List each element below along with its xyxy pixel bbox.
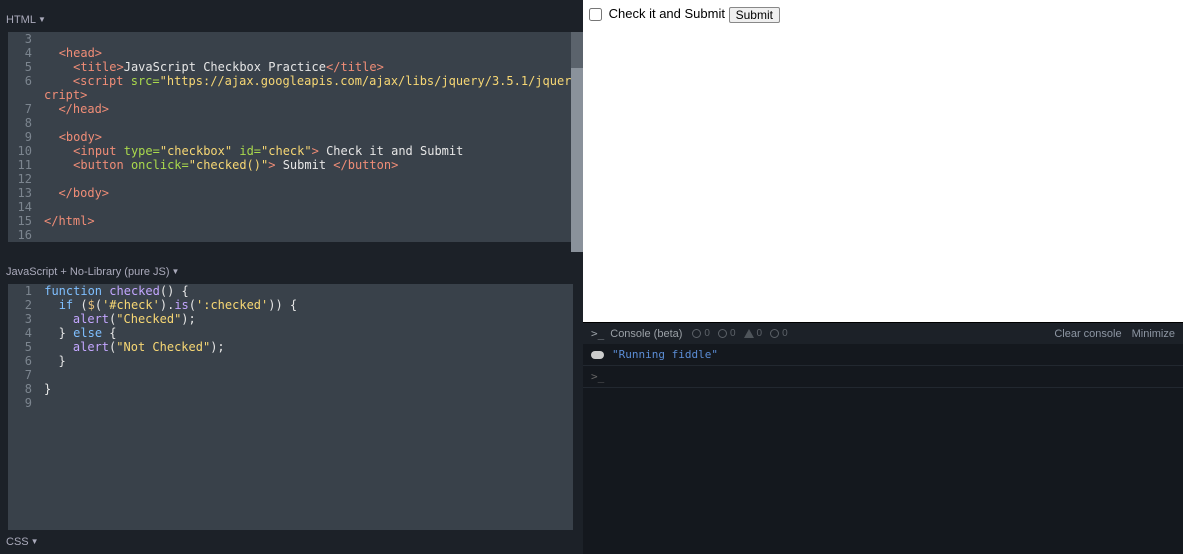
js-editor[interactable]: 123456789▸function checked() {▸ if ($('#… xyxy=(8,284,573,530)
cloud-icon xyxy=(591,351,604,359)
css-panel-label: CSS xyxy=(6,530,29,554)
js-panel-label: JavaScript + No-Library (pure JS) xyxy=(6,260,170,284)
js-panel-header[interactable]: JavaScript + No-Library (pure JS) ▼ xyxy=(0,260,573,284)
html-panel-header[interactable]: HTML ▼ xyxy=(0,8,573,32)
console-badge-warn[interactable]: 0 xyxy=(744,328,763,339)
console-badge-info[interactable]: 0 xyxy=(718,328,736,339)
preview-pane: Check it and Submit Submit xyxy=(583,0,1183,322)
console-badge-error[interactable]: 0 xyxy=(692,328,710,339)
console-body[interactable]: "Running fiddle" >_ xyxy=(583,344,1183,554)
clear-console-link[interactable]: Clear console xyxy=(1054,328,1121,340)
console-message: "Running fiddle" xyxy=(612,344,718,366)
chevron-down-icon: ▼ xyxy=(31,530,39,554)
console-input-line[interactable]: >_ xyxy=(583,366,1183,388)
console-badges: 0 0 0 0 xyxy=(692,328,787,339)
css-panel-header[interactable]: CSS ▼ xyxy=(0,530,583,554)
console-badge-log[interactable]: 0 xyxy=(770,328,788,339)
console-input-prompt: >_ xyxy=(591,366,604,388)
preview-submit-button[interactable]: Submit xyxy=(729,7,780,23)
html-editor[interactable]: 345678910111213141516▸ <head>▸ <title>Ja… xyxy=(8,32,573,242)
console-line: "Running fiddle" xyxy=(583,344,1183,366)
preview-checkbox-label: Check it and Submit xyxy=(609,6,725,21)
chevron-down-icon: ▼ xyxy=(38,8,46,32)
scrollbar[interactable] xyxy=(571,32,583,252)
html-panel-label: HTML xyxy=(6,8,36,32)
console-title: Console (beta) xyxy=(610,328,682,340)
minimize-console-link[interactable]: Minimize xyxy=(1132,328,1175,340)
preview-checkbox[interactable] xyxy=(589,8,602,21)
console-header: >_ Console (beta) 0 0 0 0 Clear console … xyxy=(583,322,1183,344)
chevron-down-icon: ▼ xyxy=(172,260,180,284)
console-prompt-icon: >_ xyxy=(591,327,604,340)
scrollbar-thumb[interactable] xyxy=(571,32,583,68)
